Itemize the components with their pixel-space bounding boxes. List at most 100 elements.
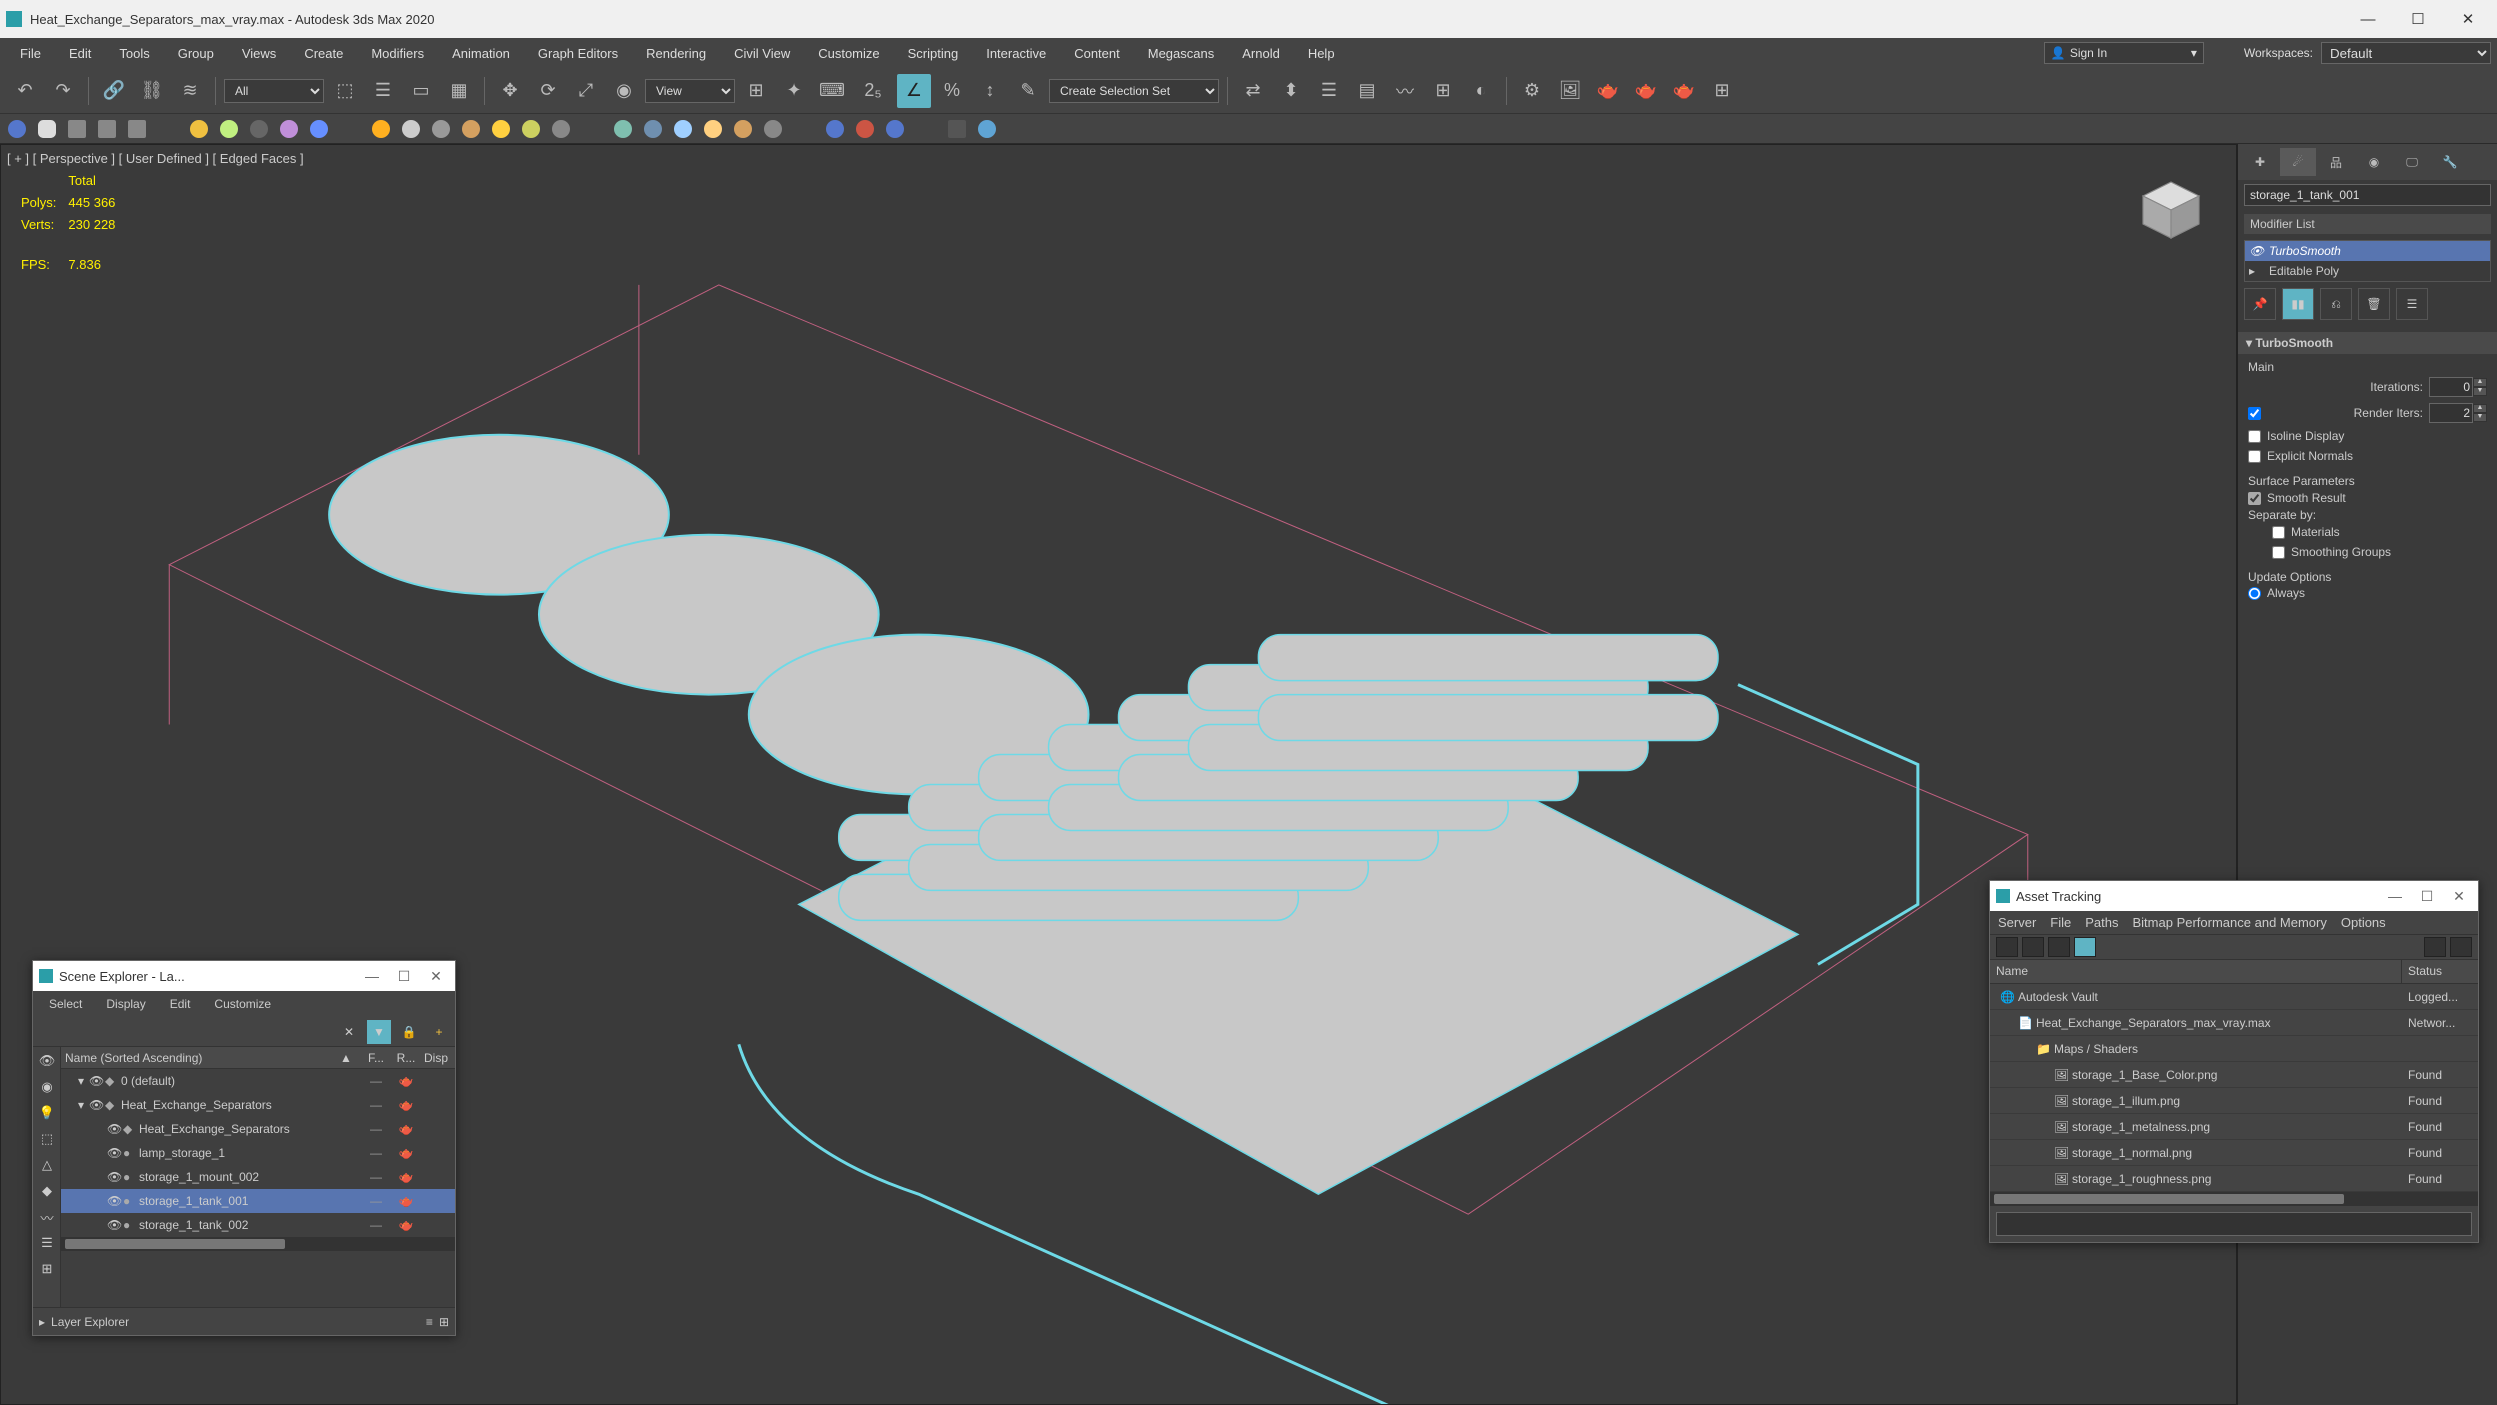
maximize-button[interactable]: ☐ [391,968,417,985]
render-online-button[interactable]: ⊞ [1705,74,1739,108]
table-row[interactable]: 📁Maps / Shaders [1990,1036,2478,1062]
grid-icon[interactable] [98,120,116,138]
render-iters-check[interactable] [2248,407,2261,420]
freeze-cell[interactable]: — [361,1098,391,1112]
tab-utilities[interactable]: 🔧 [2432,148,2468,176]
menu-help[interactable]: Help [1294,46,1349,61]
scene-1-icon[interactable] [614,120,632,138]
render-cell[interactable]: 🫖 [391,1122,421,1136]
eye-icon[interactable]: 👁 [2249,244,2264,258]
move-button[interactable]: ✥ [493,74,527,108]
table-row[interactable]: 🌐Autodesk VaultLogged... [1990,984,2478,1010]
menu-modifiers[interactable]: Modifiers [357,46,438,61]
menu-animation[interactable]: Animation [438,46,524,61]
table-row[interactable]: 📄Heat_Exchange_Separators_max_vray.maxNe… [1990,1010,2478,1036]
render-preset-button[interactable]: 🫖 [1667,74,1701,108]
asset-tracking-titlebar[interactable]: Asset Tracking — ☐ ✕ [1990,881,2478,911]
light-3-icon[interactable] [250,120,268,138]
se-side-6[interactable]: ◆ [35,1179,59,1203]
render-button[interactable]: 🫖 [1591,74,1625,108]
undo-button[interactable]: ↶ [8,74,42,108]
menu-tools[interactable]: Tools [105,46,163,61]
modifier-list-dropdown[interactable]: Modifier List [2244,214,2491,234]
filter-combo[interactable]: All [224,79,324,103]
help-icon[interactable] [948,120,966,138]
minimize-button[interactable]: — [359,968,385,984]
materials-check[interactable] [2272,526,2285,539]
menu-views[interactable]: Views [228,46,290,61]
scene-5-icon[interactable] [734,120,752,138]
freeze-cell[interactable]: — [361,1074,391,1088]
spinner-snap-button[interactable]: ↕ [973,74,1007,108]
list-header[interactable]: Name (Sorted Ascending) ▲ F... R... Disp [61,1047,455,1069]
tab-modify[interactable]: ☄ [2280,148,2316,176]
se-menu-customize[interactable]: Customize [202,997,283,1011]
tab-motion[interactable]: ◉ [2356,148,2392,176]
rect-region-button[interactable]: ▭ [404,74,438,108]
footer-btn-2[interactable]: ⊞ [439,1315,449,1329]
asset-tracking-window[interactable]: Asset Tracking — ☐ ✕ Server File Paths B… [1989,880,2479,1243]
render-cell[interactable]: 🫖 [391,1170,421,1184]
add-button[interactable]: + [427,1020,451,1044]
at-menu-paths[interactable]: Paths [2085,915,2118,930]
menu-interactive[interactable]: Interactive [972,46,1060,61]
at-menu-bitmap[interactable]: Bitmap Performance and Memory [2133,915,2327,930]
sort-icon[interactable]: ▲ [331,1051,361,1065]
expand-icon[interactable]: ▾ [75,1098,87,1112]
render-cell[interactable]: 🫖 [391,1074,421,1088]
tab-hierarchy[interactable]: 品 [2318,148,2354,176]
make-unique-button[interactable]: ⎌ [2320,288,2352,320]
mat-2-icon[interactable] [402,120,420,138]
render-frame-button[interactable]: 🖼 [1553,74,1587,108]
modifier-turbosmooth[interactable]: 👁 TurboSmooth [2245,241,2490,261]
window-crossing-button[interactable]: ▦ [442,74,476,108]
angle-snap-button[interactable]: ∠ [897,74,931,108]
link-button[interactable]: 🔗 [97,74,131,108]
caret-icon[interactable]: ▸ [39,1315,45,1329]
mat-7-icon[interactable] [552,120,570,138]
table-row[interactable]: 🖼storage_1_roughness.pngFound [1990,1166,2478,1192]
rollout-caret[interactable]: ▾ [2246,336,2252,350]
se-side-2[interactable]: ◉ [35,1075,59,1099]
align-button[interactable]: ⬍ [1274,74,1308,108]
se-side-1[interactable]: 👁 [35,1049,59,1073]
close-button[interactable]: ✕ [423,968,449,985]
modifier-editable-poly[interactable]: ▸ Editable Poly [2245,261,2490,281]
at-tool-help[interactable] [2424,937,2446,957]
menu-edit[interactable]: Edit [55,46,105,61]
table-row[interactable]: 🖼storage_1_metalness.pngFound [1990,1114,2478,1140]
at-menu-server[interactable]: Server [1998,915,2036,930]
menu-graph-editors[interactable]: Graph Editors [524,46,632,61]
bind-button[interactable]: ≋ [173,74,207,108]
se-menu-edit[interactable]: Edit [158,997,203,1011]
mat-3-icon[interactable] [432,120,450,138]
use-center-button[interactable]: ⊞ [739,74,773,108]
maximize-button[interactable]: ☐ [2414,888,2440,905]
se-menu-select[interactable]: Select [37,997,94,1011]
render-cell[interactable]: 🫖 [391,1098,421,1112]
eye-icon[interactable]: 👁 [107,1194,121,1208]
list-item[interactable]: 👁 ● storage_1_tank_002 — 🫖 [61,1213,455,1237]
rotate-button[interactable]: ⟳ [531,74,565,108]
placement-button[interactable]: ◉ [607,74,641,108]
eye-icon[interactable]: 👁 [89,1074,103,1088]
pin-button[interactable]: 📌 [2244,288,2276,320]
mat-4-icon[interactable] [462,120,480,138]
se-side-9[interactable]: ⊞ [35,1257,59,1281]
light-5-icon[interactable] [310,120,328,138]
tab-display[interactable]: 🖵 [2394,148,2430,176]
light-2-icon[interactable] [220,120,238,138]
menu-rendering[interactable]: Rendering [632,46,720,61]
grid2-icon[interactable] [128,120,146,138]
mat-1-icon[interactable] [372,120,390,138]
selection-set-combo[interactable]: Create Selection Set [1049,79,1219,103]
render-last-button[interactable]: 🫖 [1629,74,1663,108]
se-side-5[interactable]: △ [35,1153,59,1177]
at-tool-2[interactable] [2022,937,2044,957]
light-4-icon[interactable] [280,120,298,138]
smooth-result-check[interactable] [2248,492,2261,505]
at-menu-file[interactable]: File [2050,915,2071,930]
se-menu-display[interactable]: Display [94,997,157,1011]
eye-icon[interactable]: 👁 [107,1218,121,1232]
render-cell[interactable]: 🫖 [391,1146,421,1160]
